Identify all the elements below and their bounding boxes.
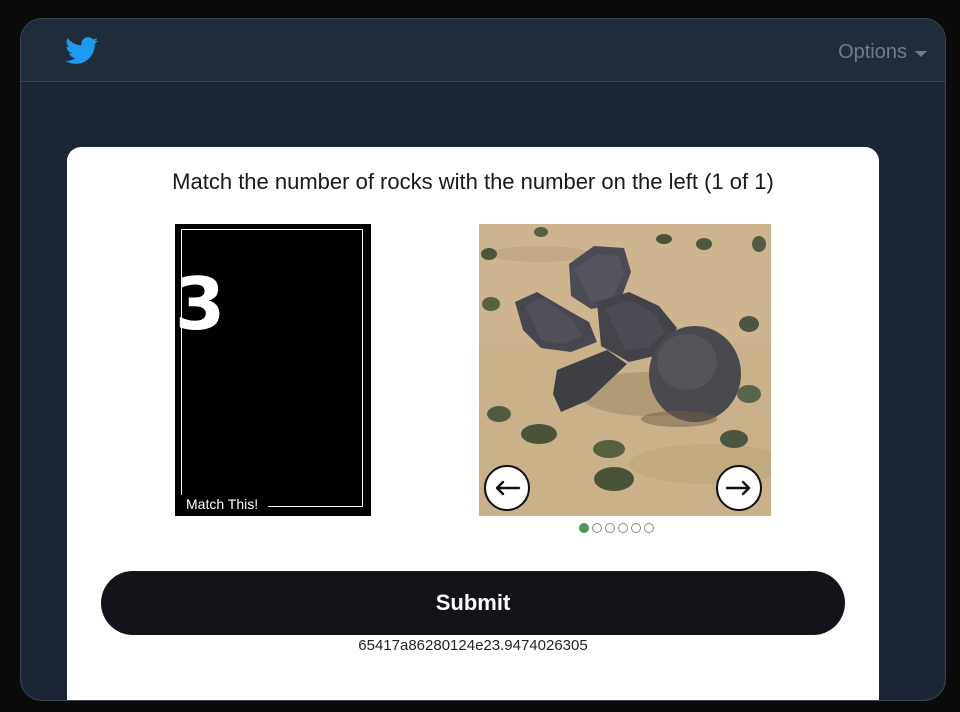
- options-menu[interactable]: Options: [838, 41, 927, 64]
- challenge-instruction: Match the number of rocks with the numbe…: [172, 169, 774, 194]
- reference-panel: 3 Match This!: [175, 224, 371, 516]
- submit-button[interactable]: Submit: [101, 571, 845, 635]
- pagination-dot[interactable]: [644, 523, 654, 533]
- arrow-left-icon: [495, 480, 520, 496]
- app-window: Options Match the number of rocks with t…: [20, 18, 946, 701]
- image-pagination: [579, 523, 654, 533]
- pagination-dot[interactable]: [592, 523, 602, 533]
- captcha-card: Match the number of rocks with the numbe…: [67, 147, 879, 700]
- reference-number: 3: [175, 262, 226, 346]
- pagination-dot[interactable]: [618, 523, 628, 533]
- pagination-dot[interactable]: [605, 523, 615, 533]
- pagination-dot[interactable]: [631, 523, 641, 533]
- session-id: 65417a86280124e23.9474026305: [358, 637, 588, 654]
- options-label: Options: [838, 41, 907, 63]
- twitter-bird-icon[interactable]: [65, 37, 99, 65]
- reference-caption: Match This!: [176, 495, 269, 513]
- puzzle-image: [479, 224, 771, 516]
- next-image-button[interactable]: [716, 465, 762, 511]
- caret-down-icon: [915, 50, 927, 57]
- previous-image-button[interactable]: [484, 465, 530, 511]
- arrow-right-icon: [726, 480, 751, 496]
- top-bar: Options: [21, 19, 945, 82]
- pagination-dot[interactable]: [579, 523, 589, 533]
